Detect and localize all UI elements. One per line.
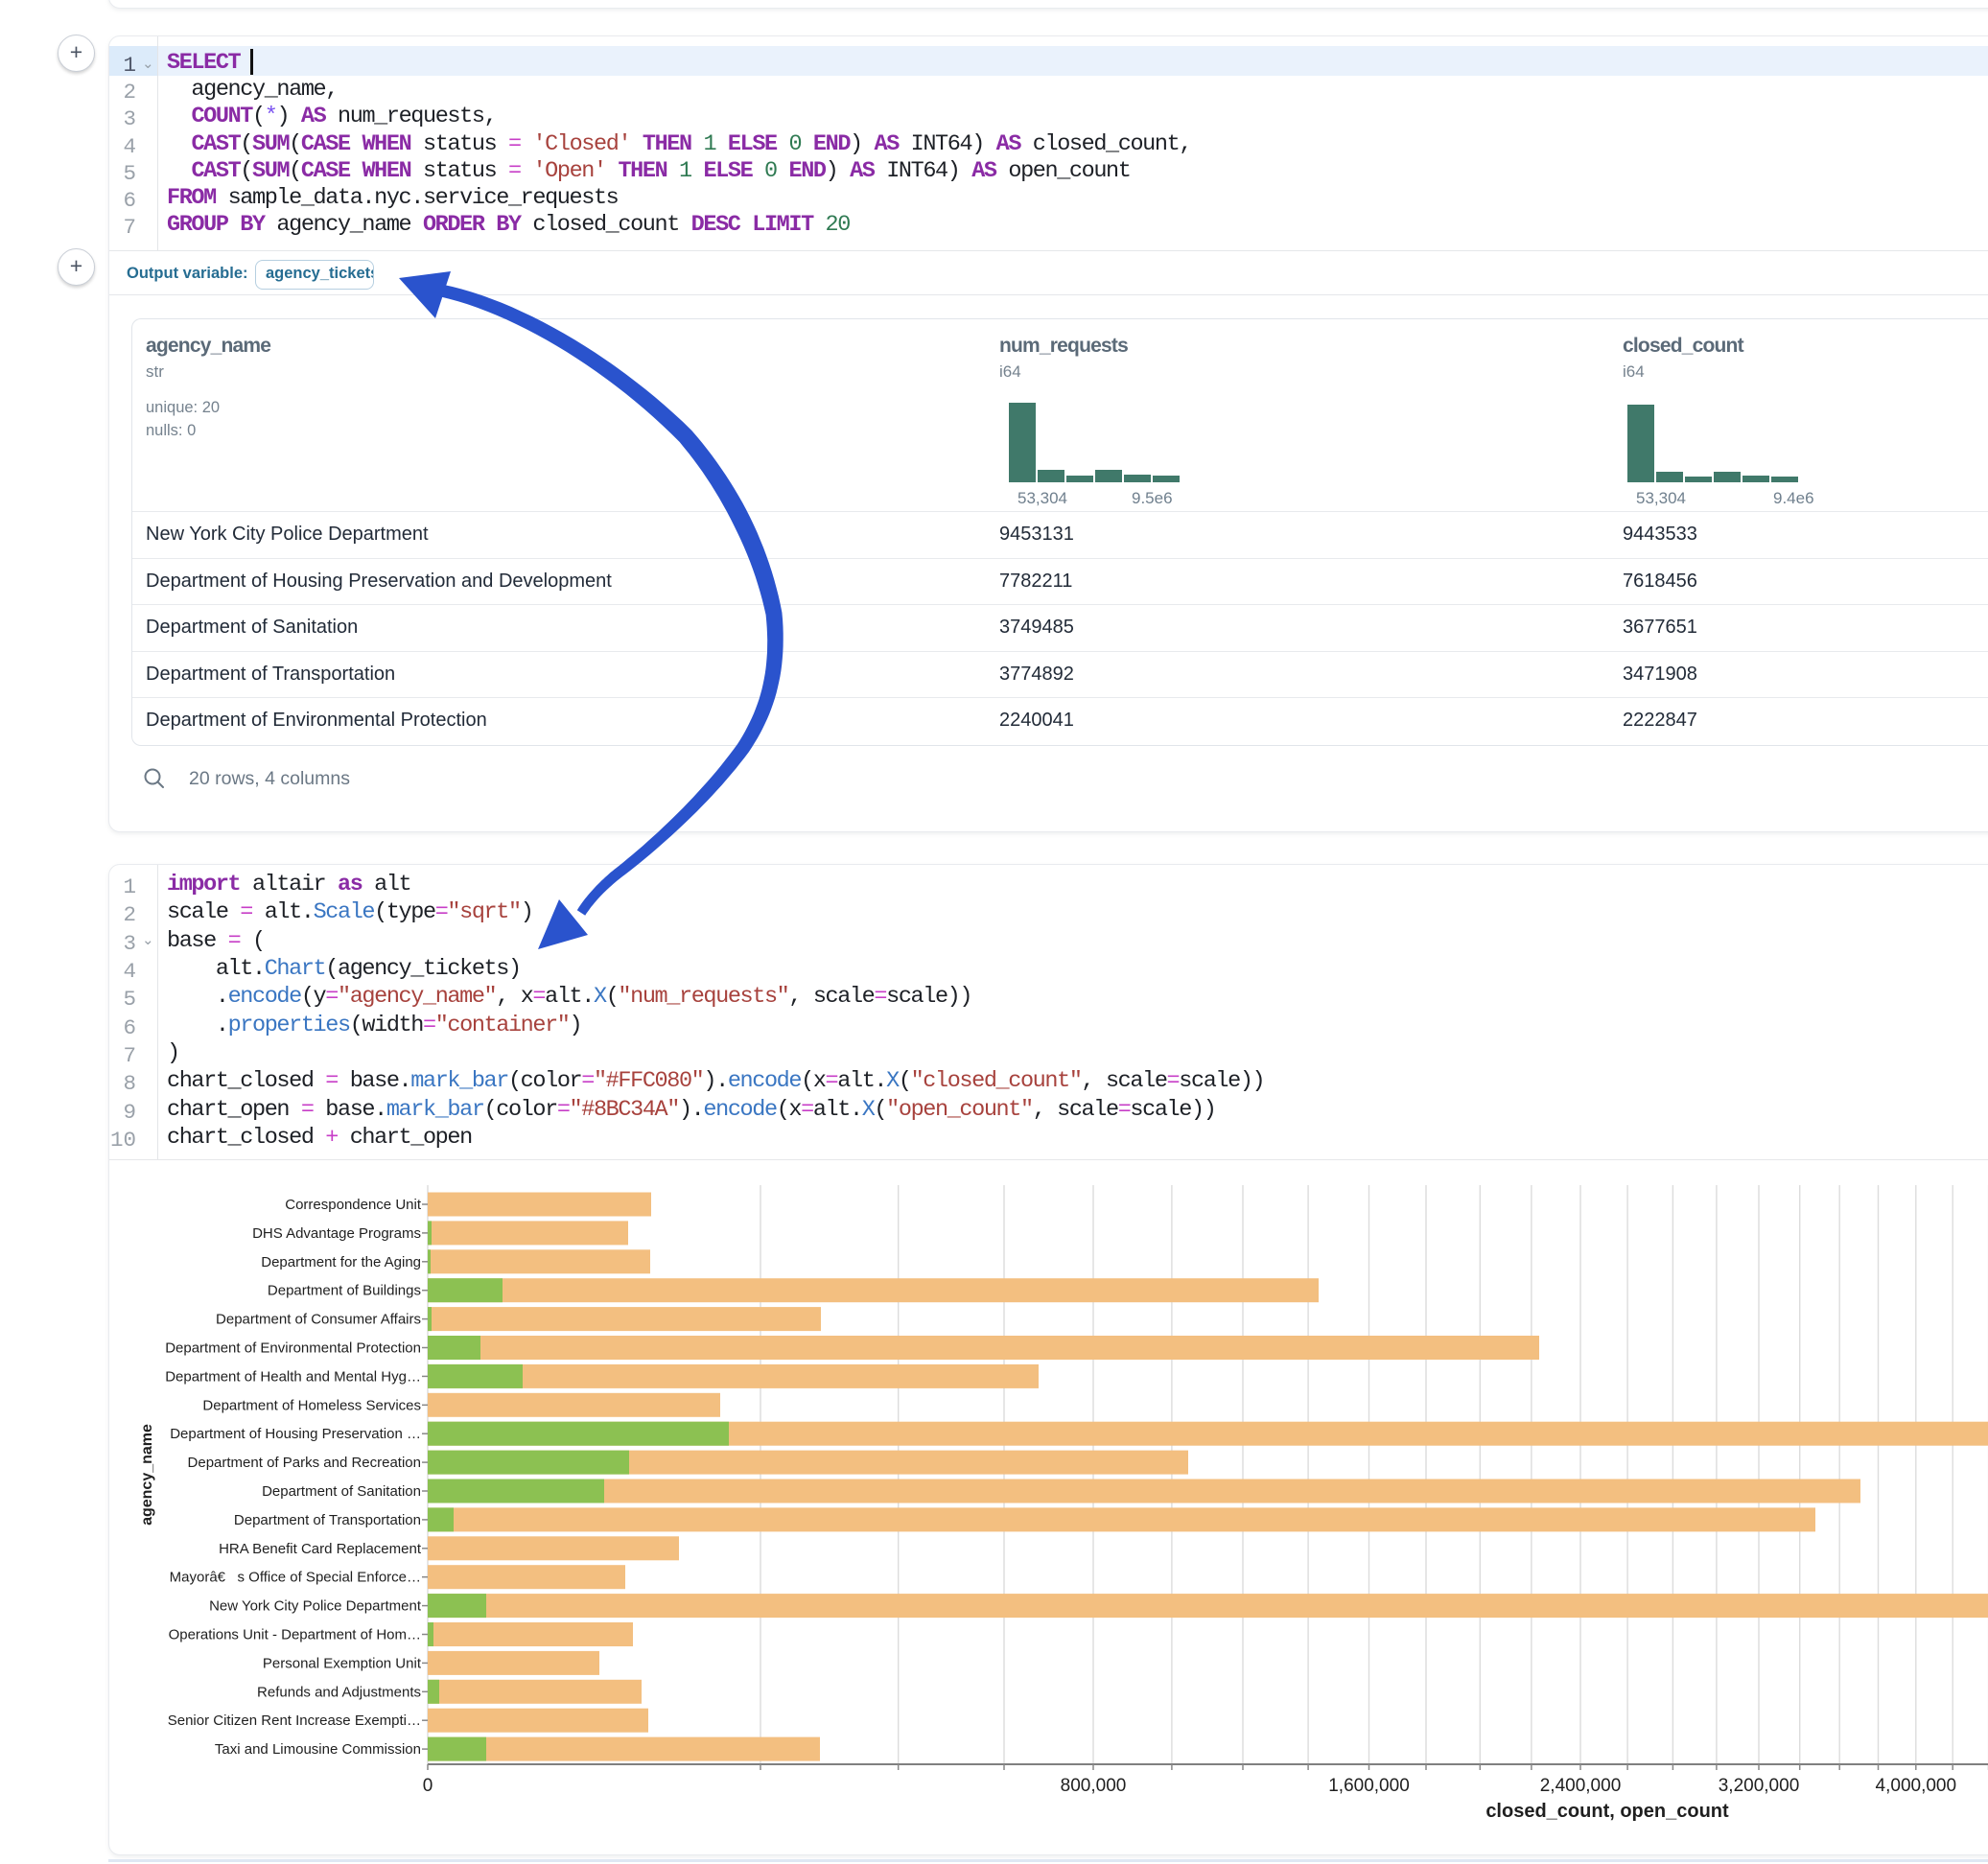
svg-text:3,200,000: 3,200,000 [1719, 1776, 1800, 1796]
svg-text:HRA Benefit Card Replacement: HRA Benefit Card Replacement [219, 1541, 422, 1557]
svg-text:Personal Exemption Unit: Personal Exemption Unit [263, 1655, 422, 1671]
svg-text:Department for the Aging: Department for the Aging [261, 1254, 421, 1270]
svg-text:2,400,000: 2,400,000 [1540, 1776, 1622, 1796]
svg-text:1,600,000: 1,600,000 [1328, 1776, 1410, 1796]
svg-text:Department of Transportation: Department of Transportation [234, 1512, 421, 1528]
svg-text:Mayorâ€ s Office of Special: Mayorâ€ s Office of Special Enforce… [170, 1570, 421, 1586]
svg-text:Senior Citizen Rent Increase E: Senior Citizen Rent Increase Exempti… [168, 1713, 421, 1729]
svg-text:New York City Police Departmen: New York City Police Department [209, 1598, 422, 1615]
svg-text:4,000,000: 4,000,000 [1876, 1776, 1957, 1796]
svg-text:Department of Sanitation: Department of Sanitation [262, 1483, 421, 1500]
svg-text:Refunds and Adjustments: Refunds and Adjustments [257, 1684, 421, 1700]
svg-text:0: 0 [423, 1776, 433, 1796]
svg-text:Department of Environmental Pr: Department of Environmental Protection [165, 1340, 421, 1357]
svg-text:Department of Housing Preserva: Department of Housing Preservation … [170, 1426, 421, 1442]
svg-text:Department of Buildings: Department of Buildings [268, 1283, 421, 1299]
svg-text:Department of Homeless Service: Department of Homeless Services [202, 1397, 421, 1413]
svg-text:Taxi and Limousine Commission: Taxi and Limousine Commission [215, 1741, 421, 1758]
svg-text:agency_name: agency_name [139, 1424, 155, 1526]
svg-text:Correspondence Unit: Correspondence Unit [285, 1197, 422, 1213]
svg-text:Operations Unit - Department o: Operations Unit - Department of Hom… [169, 1627, 421, 1643]
svg-text:DHS Advantage Programs: DHS Advantage Programs [252, 1225, 421, 1242]
svg-text:closed_count, open_count: closed_count, open_count [1485, 1801, 1729, 1822]
svg-text:Department of Parks and Recrea: Department of Parks and Recreation [188, 1455, 421, 1471]
svg-text:800,000: 800,000 [1061, 1776, 1127, 1796]
svg-text:Department of Consumer Affairs: Department of Consumer Affairs [216, 1312, 421, 1328]
svg-text:Department of Health and Menta: Department of Health and Mental Hyg… [165, 1368, 421, 1385]
